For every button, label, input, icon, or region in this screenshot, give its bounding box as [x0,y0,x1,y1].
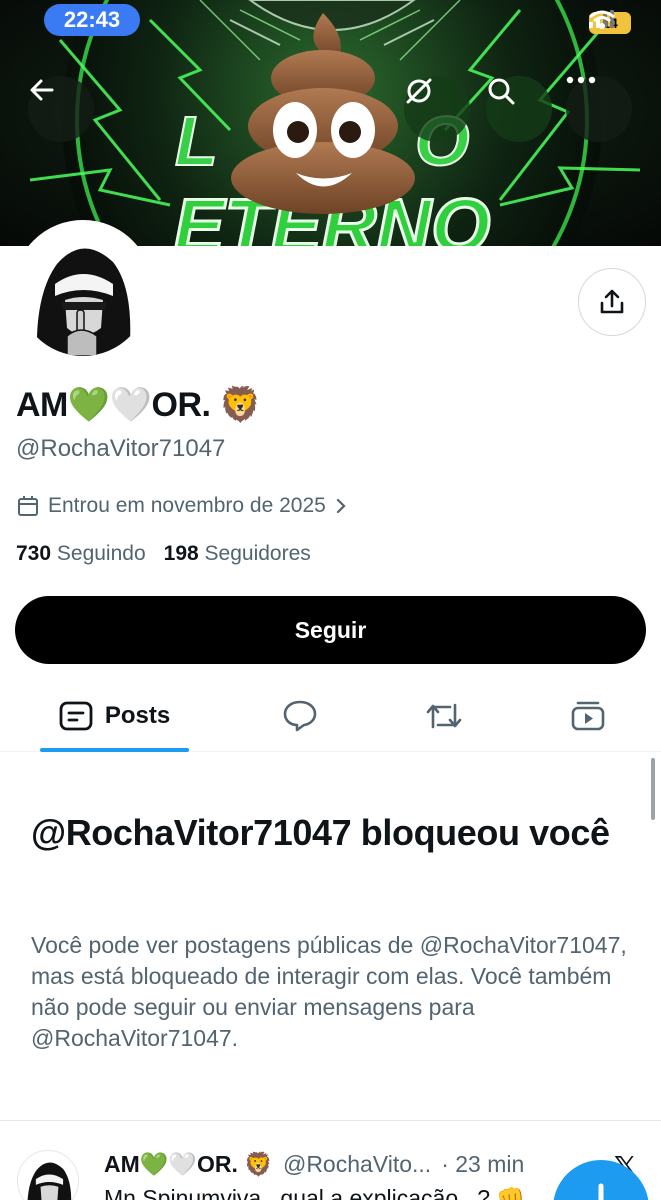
tab-media[interactable] [550,680,626,752]
grok-button[interactable] [404,76,470,142]
avatar-hooded-figure-image [18,1151,78,1200]
post-time: · 23 min [441,1151,525,1177]
tab-replies[interactable] [262,680,338,752]
calendar-icon [18,496,38,516]
media-icon [571,701,605,731]
profile-avatar[interactable] [13,220,153,360]
post-text[interactable]: Mn Spinumviva.. qual a explicação...? 👊 [104,1185,525,1200]
blocked-title: @RochaVitor71047 bloqueou você [31,812,610,853]
tab-posts-label: Posts [104,702,171,729]
tab-reposts[interactable] [406,680,482,752]
profile-banner[interactable]: L O ETERNO 22:43 [0,0,661,246]
profile-display-name: AM💚🤍OR. 🦁 [16,386,262,424]
svg-text:L: L [175,102,218,180]
scrollbar[interactable] [651,758,655,820]
post-header: AM💚🤍OR. 🦁 @RochaVito... · 23 min [104,1151,524,1178]
back-button[interactable] [28,76,94,142]
chevron-right-icon [336,498,346,514]
search-button[interactable] [486,76,552,142]
post-author-handle[interactable]: @RochaVito... [283,1151,431,1178]
post-author-avatar[interactable] [17,1150,79,1200]
more-dots-icon [566,76,596,84]
followers-label: Seguidores [204,542,311,565]
joined-date-text: Entrou em novembro de 2025 [48,494,326,517]
more-options-button[interactable] [566,76,632,142]
followers-link[interactable]: 198 Seguidores [164,542,311,566]
share-profile-button[interactable] [578,268,646,336]
status-icons: 14 [589,10,631,36]
follow-counts: 730 Seguindo 198 Seguidores [16,542,311,566]
poop-emoji-icon [231,13,415,214]
reposts-icon [426,703,462,729]
profile-handle: @RochaVitor71047 [16,435,226,462]
replies-icon [283,700,317,732]
section-divider [0,1120,661,1121]
following-count: 730 [16,542,52,565]
status-time: 22:43 [44,4,140,36]
share-upload-icon [600,289,624,314]
follow-button[interactable]: Seguir [15,596,646,664]
tab-posts[interactable]: Posts [40,680,189,752]
following-label: Seguindo [56,542,146,565]
compose-post-button[interactable] [553,1160,649,1200]
arrow-left-icon [30,79,54,101]
avatar-hooded-figure-image [17,224,149,356]
search-icon [488,78,515,105]
post-author-name[interactable]: AM💚🤍OR. 🦁 [104,1151,273,1178]
following-link[interactable]: 730 Seguindo [16,542,146,566]
joined-date-row[interactable]: Entrou em novembro de 2025 [16,494,348,518]
profile-tabs: Posts [0,680,661,752]
blocked-description: Você pode ver postagens públicas de @Roc… [31,932,627,1051]
grok-icon [406,78,432,104]
plus-icon [598,1183,604,1200]
wifi-icon [589,10,615,29]
tab-active-indicator [40,748,189,752]
posts-icon [59,701,93,731]
followers-count: 198 [163,542,199,565]
